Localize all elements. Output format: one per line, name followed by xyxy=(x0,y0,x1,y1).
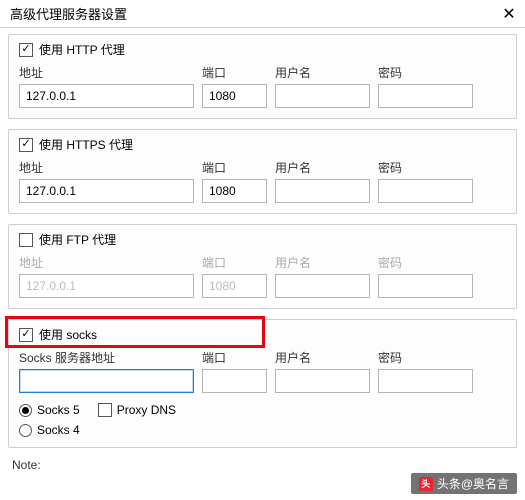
http-use-checkbox[interactable] xyxy=(19,43,33,57)
ftp-port-input xyxy=(202,274,267,298)
http-port-label: 端口 xyxy=(202,64,267,81)
ftp-address-label: 地址 xyxy=(19,254,194,271)
ftp-password-label: 密码 xyxy=(378,254,473,271)
window-title: 高级代理服务器设置 xyxy=(10,4,499,23)
content: 使用 HTTP 代理 地址 端口 用户名 密码 使用 HTTPS xyxy=(0,28,525,472)
http-use-label: 使用 HTTP 代理 xyxy=(39,41,125,58)
socks-use-checkbox[interactable] xyxy=(19,328,33,342)
https-address-label: 地址 xyxy=(19,159,194,176)
socks-section: 使用 socks Socks 服务器地址 端口 用户名 密码 S xyxy=(8,319,517,448)
proxy-dns-checkbox[interactable]: Proxy DNS xyxy=(98,403,176,417)
http-port-input[interactable] xyxy=(202,84,267,108)
socks-password-input[interactable] xyxy=(378,369,473,393)
ftp-username-input xyxy=(275,274,370,298)
ftp-username-label: 用户名 xyxy=(275,254,370,271)
socks5-radio-label: Socks 5 xyxy=(37,403,80,417)
https-username-label: 用户名 xyxy=(275,159,370,176)
socks4-radio[interactable]: Socks 4 xyxy=(19,423,80,437)
note-label: Note: xyxy=(12,458,517,472)
https-username-input[interactable] xyxy=(275,179,370,203)
ftp-use-checkbox[interactable] xyxy=(19,233,33,247)
https-section: 使用 HTTPS 代理 地址 端口 用户名 密码 xyxy=(8,129,517,214)
https-use-checkbox[interactable] xyxy=(19,138,33,152)
https-port-input[interactable] xyxy=(202,179,267,203)
ftp-address-input xyxy=(19,274,194,298)
ftp-password-input xyxy=(378,274,473,298)
http-username-input[interactable] xyxy=(275,84,370,108)
http-address-input[interactable] xyxy=(19,84,194,108)
close-icon[interactable]: ✕ xyxy=(499,4,519,24)
http-password-label: 密码 xyxy=(378,64,473,81)
proxy-dns-label: Proxy DNS xyxy=(117,403,176,417)
https-address-input[interactable] xyxy=(19,179,194,203)
socks-address-input[interactable] xyxy=(19,369,194,393)
socks-password-label: 密码 xyxy=(378,349,473,366)
radio-dot-icon xyxy=(19,424,32,437)
ftp-port-label: 端口 xyxy=(202,254,267,271)
https-password-label: 密码 xyxy=(378,159,473,176)
ftp-use-label: 使用 FTP 代理 xyxy=(39,231,116,248)
https-use-label: 使用 HTTPS 代理 xyxy=(39,136,133,153)
ftp-section: 使用 FTP 代理 地址 端口 用户名 密码 xyxy=(8,224,517,309)
socks-address-label: Socks 服务器地址 xyxy=(19,349,194,366)
socks-username-input[interactable] xyxy=(275,369,370,393)
titlebar: 高级代理服务器设置 ✕ xyxy=(0,0,525,28)
https-port-label: 端口 xyxy=(202,159,267,176)
socks4-radio-label: Socks 4 xyxy=(37,423,80,437)
http-address-label: 地址 xyxy=(19,64,194,81)
radio-dot-icon xyxy=(19,404,32,417)
watermark-logo-icon: 头 xyxy=(419,477,433,491)
http-password-input[interactable] xyxy=(378,84,473,108)
https-password-input[interactable] xyxy=(378,179,473,203)
http-section: 使用 HTTP 代理 地址 端口 用户名 密码 xyxy=(8,34,517,119)
http-username-label: 用户名 xyxy=(275,64,370,81)
socks-port-input[interactable] xyxy=(202,369,267,393)
socks5-radio[interactable]: Socks 5 xyxy=(19,403,80,417)
proxy-dns-box xyxy=(98,403,112,417)
socks-port-label: 端口 xyxy=(202,349,267,366)
watermark: 头 头条@奥名言 xyxy=(411,473,517,494)
socks-username-label: 用户名 xyxy=(275,349,370,366)
watermark-text: 头条@奥名言 xyxy=(437,475,509,492)
socks-use-label: 使用 socks xyxy=(39,326,97,343)
